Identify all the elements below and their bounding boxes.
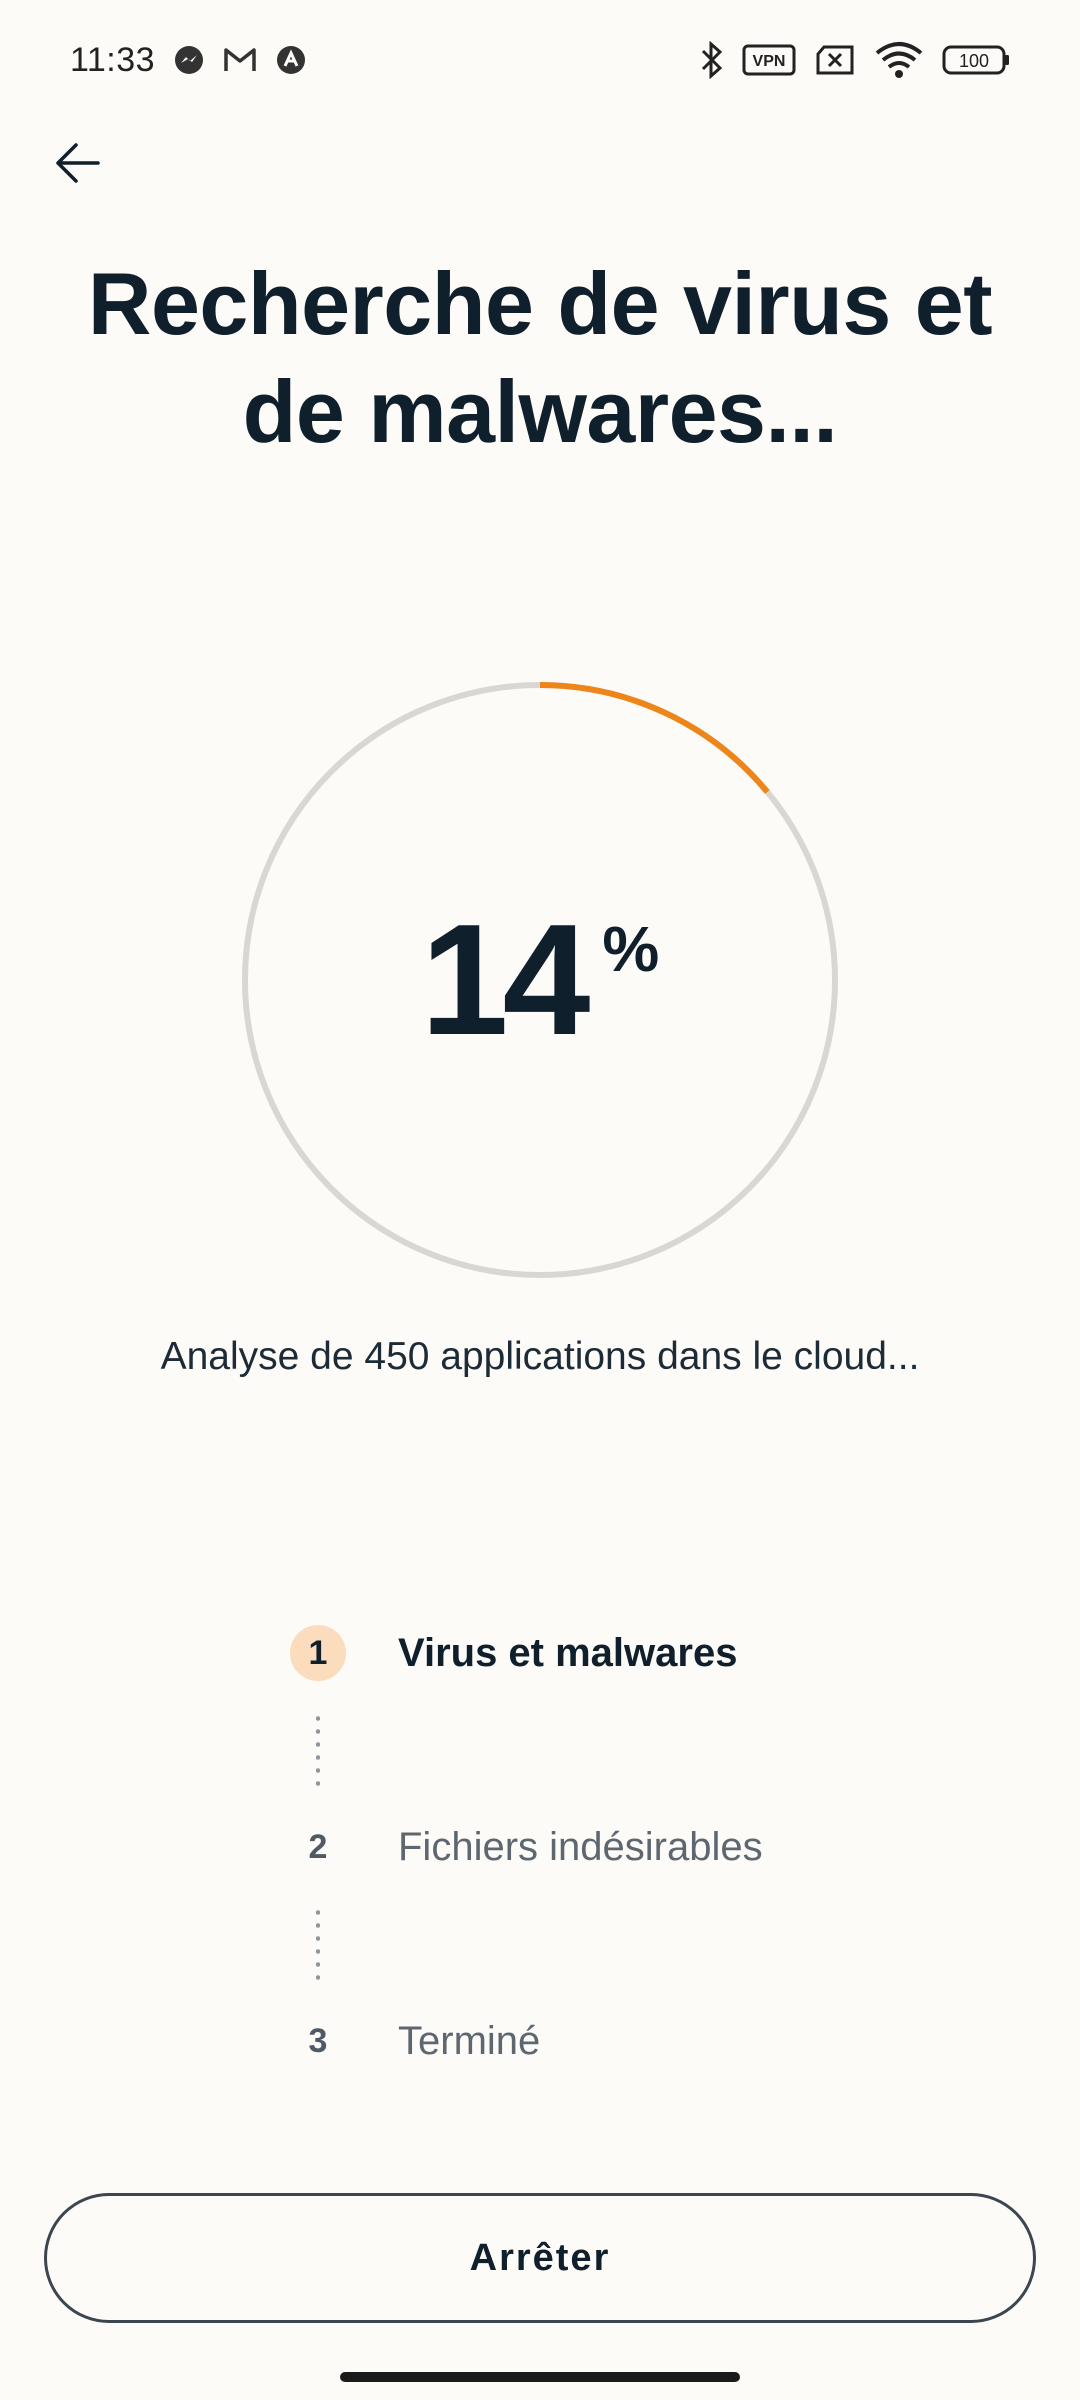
step-done: 3 Terminé (290, 2010, 990, 2072)
stop-button[interactable]: Arrêter (44, 2193, 1036, 2323)
step-label: Terminé (398, 2018, 541, 2063)
back-button[interactable] (44, 130, 110, 196)
bluetooth-icon (700, 41, 724, 79)
app-icon (275, 44, 307, 76)
scan-status-text: Analyse de 450 applications dans le clou… (160, 1335, 920, 1378)
messenger-icon (173, 44, 205, 76)
step-number: 2 (308, 1827, 328, 1866)
step-number: 3 (308, 2021, 328, 2060)
home-indicator[interactable] (340, 2372, 740, 2382)
status-left: 11:33 (70, 41, 307, 80)
step-label: Virus et malwares (398, 1630, 738, 1675)
no-sim-icon (814, 44, 856, 76)
scan-progress-ring: 14 % (240, 680, 840, 1280)
percent-sign: % (602, 913, 660, 985)
arrow-left-icon (56, 143, 100, 183)
svg-text:VPN: VPN (753, 53, 786, 70)
gmail-icon (223, 46, 257, 74)
percent-display: 14 % (240, 680, 840, 1280)
vpn-icon: VPN (742, 44, 796, 76)
step-number: 1 (290, 1625, 346, 1681)
step-viruses: 1 Virus et malwares (290, 1622, 990, 1684)
svg-text:100: 100 (959, 51, 989, 71)
step-junk-files: 2 Fichiers indésirables (290, 1816, 990, 1878)
status-time: 11:33 (70, 40, 156, 79)
status-right: VPN 100 (700, 41, 1012, 79)
scan-steps: 1 Virus et malwares 2 Fichiers indésirab… (290, 1622, 990, 2072)
percent-value: 14 (420, 892, 591, 1068)
status-bar: 11:33 VPN 100 (0, 0, 1080, 120)
step-connector (290, 1684, 346, 1816)
wifi-icon (874, 41, 924, 79)
battery-icon: 100 (942, 44, 1012, 76)
screen: 11:33 VPN 100 Recherche de virus et de m… (0, 0, 1080, 2400)
page-title: Recherche de virus et de malwares... (87, 254, 993, 461)
step-label: Fichiers indésirables (398, 1824, 763, 1869)
step-connector (290, 1878, 346, 2010)
